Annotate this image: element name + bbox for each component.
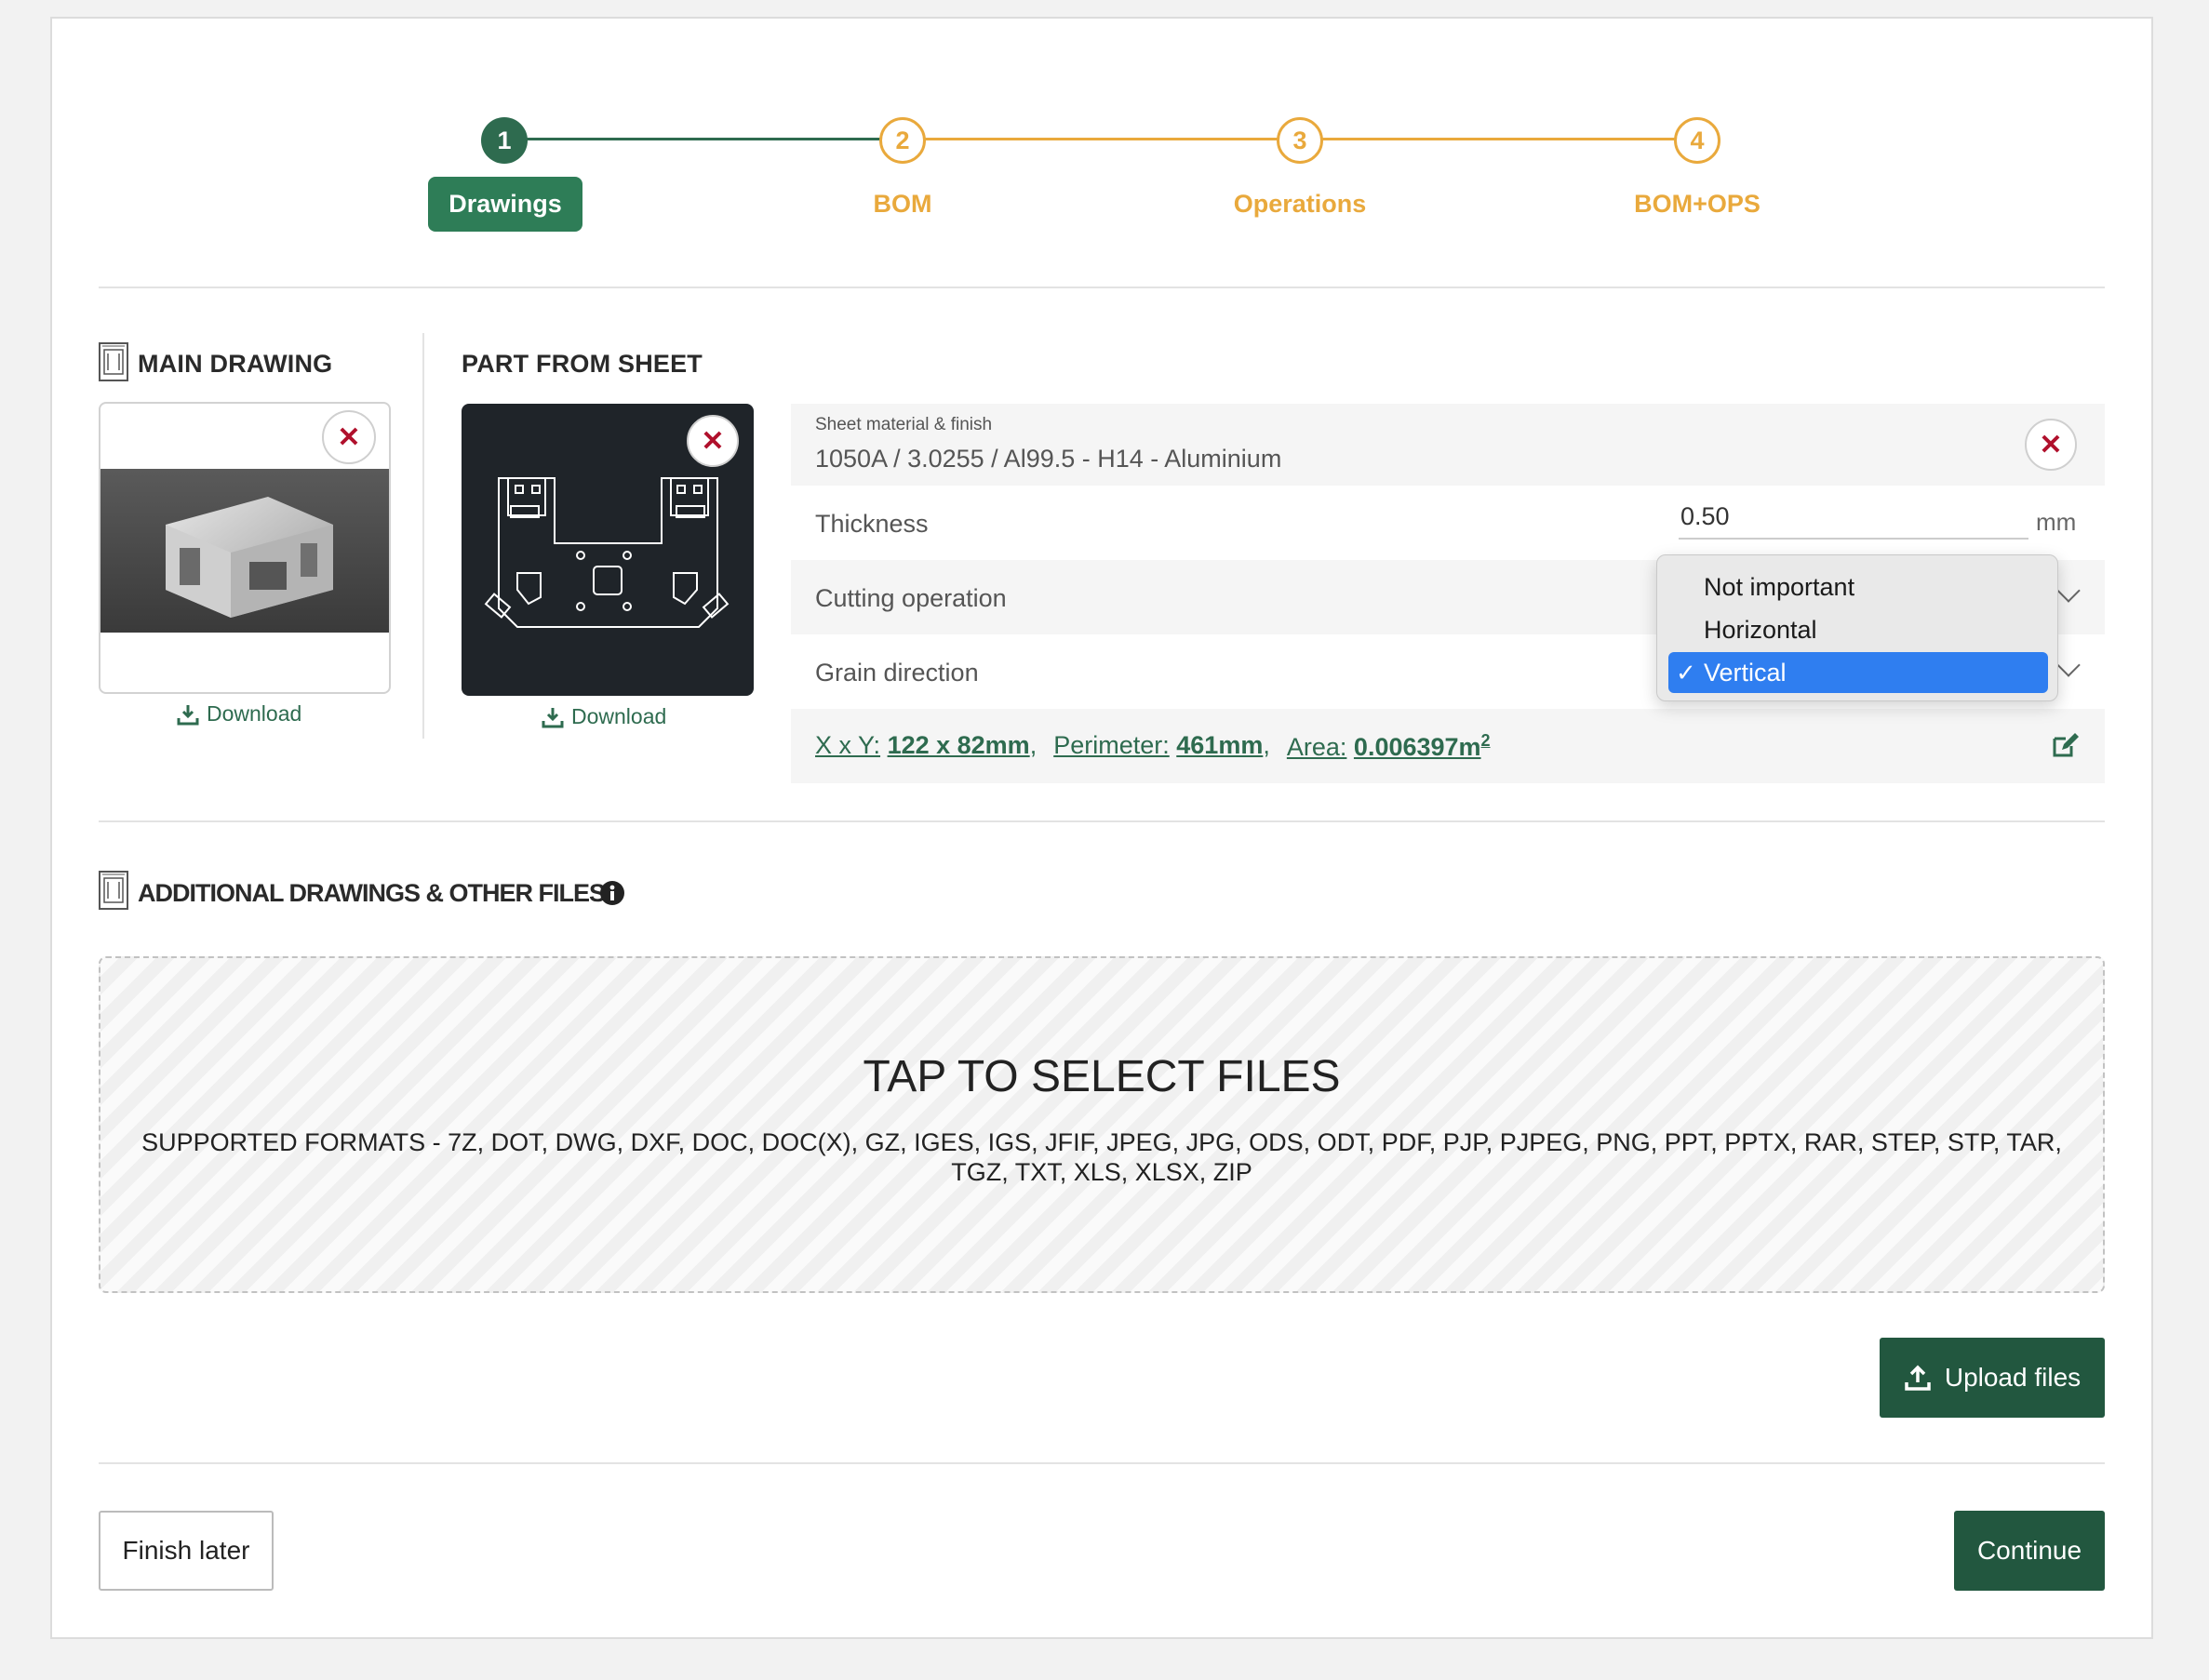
material-row[interactable]: Sheet material & finish 1050A / 3.0255 /… bbox=[791, 404, 2105, 486]
download-part-link[interactable]: Download bbox=[542, 704, 666, 729]
download-label: Download bbox=[207, 701, 302, 726]
upload-files-label: Upload files bbox=[1944, 1363, 2082, 1392]
finish-later-button[interactable]: Finish later bbox=[99, 1511, 274, 1591]
stepper-line-completed bbox=[527, 138, 912, 140]
grain-direction-dropdown: Not important Horizontal ✓ Vertical bbox=[1656, 554, 2058, 701]
divider bbox=[99, 1462, 2105, 1464]
step-4-circle[interactable]: 4 bbox=[1674, 117, 1720, 164]
download-label: Download bbox=[571, 704, 667, 728]
dropzone-title: TAP TO SELECT FILES bbox=[863, 1052, 1341, 1101]
xy-value: 122 x 82mm bbox=[887, 731, 1030, 759]
material-value: 1050A / 3.0255 / Al99.5 - H14 - Aluminiu… bbox=[815, 445, 1282, 473]
tab-bom-ops[interactable]: BOM+OPS bbox=[1604, 190, 1790, 219]
perimeter-value: 461mm bbox=[1176, 731, 1264, 759]
dropdown-option-not-important[interactable]: Not important bbox=[1668, 567, 2048, 607]
drawing-file-icon bbox=[99, 871, 128, 910]
dropzone-formats: SUPPORTED FORMATS - 7Z, DOT, DWG, DXF, D… bbox=[141, 1128, 2062, 1186]
remove-material-button[interactable]: ✕ bbox=[2025, 419, 2077, 471]
upload-files-button[interactable]: Upload files bbox=[1880, 1338, 2105, 1418]
download-main-drawing-link[interactable]: Download bbox=[177, 701, 301, 727]
tab-drawings[interactable]: Drawings bbox=[428, 177, 582, 232]
area-key: Area: bbox=[1286, 733, 1347, 761]
thickness-label: Thickness bbox=[815, 510, 929, 538]
file-dropzone[interactable]: TAP TO SELECT FILES SUPPORTED FORMATS - … bbox=[99, 956, 2105, 1293]
tab-bom[interactable]: BOM bbox=[810, 190, 996, 219]
download-icon bbox=[177, 704, 199, 725]
checkmark-icon: ✓ bbox=[1676, 658, 1696, 687]
additional-files-title: ADDITIONAL DRAWINGS & OTHER FILES bbox=[138, 879, 606, 907]
dropdown-option-vertical[interactable]: ✓ Vertical bbox=[1668, 652, 2048, 693]
perimeter-key: Perimeter: bbox=[1053, 731, 1170, 759]
info-icon[interactable] bbox=[599, 880, 625, 906]
tab-operations[interactable]: Operations bbox=[1207, 190, 1393, 219]
remove-main-drawing-button[interactable]: ✕ bbox=[322, 410, 376, 464]
dropdown-option-label: Vertical bbox=[1704, 658, 1787, 687]
upload-icon bbox=[1905, 1365, 1931, 1391]
thickness-unit: mm bbox=[2036, 508, 2077, 536]
material-caption: Sheet material & finish bbox=[815, 415, 993, 434]
divider bbox=[99, 287, 2105, 288]
dropdown-option-horizontal[interactable]: Horizontal bbox=[1668, 609, 2048, 650]
grain-direction-label: Grain direction bbox=[815, 659, 979, 687]
cutting-operation-label: Cutting operation bbox=[815, 584, 1007, 612]
divider bbox=[99, 820, 2105, 822]
part-render-image bbox=[100, 469, 389, 633]
step-2-circle[interactable]: 2 bbox=[879, 117, 926, 164]
close-icon: ✕ bbox=[2039, 429, 2063, 460]
xy-key: X x Y: bbox=[815, 731, 881, 759]
area-value: 0.006397m bbox=[1353, 733, 1481, 761]
dimensions-summary[interactable]: X x Y: 122 x 82mm, Perimeter: 461mm, Are… bbox=[815, 731, 1491, 762]
close-icon: ✕ bbox=[337, 421, 361, 453]
main-drawing-title: MAIN DRAWING bbox=[138, 350, 333, 378]
edit-icon[interactable] bbox=[2051, 731, 2079, 759]
step-1-circle[interactable]: 1 bbox=[481, 117, 528, 164]
download-icon bbox=[542, 707, 564, 727]
thickness-input[interactable]: 0.50 bbox=[1679, 502, 2028, 540]
remove-part-button[interactable]: ✕ bbox=[687, 415, 739, 467]
close-icon: ✕ bbox=[701, 425, 725, 457]
area-superscript: 2 bbox=[1480, 731, 1491, 750]
vertical-divider bbox=[422, 333, 424, 739]
wizard-card bbox=[50, 17, 2153, 1639]
part-from-sheet-title: PART FROM SHEET bbox=[462, 350, 703, 378]
step-3-circle[interactable]: 3 bbox=[1277, 117, 1323, 164]
drawing-file-icon bbox=[99, 342, 128, 381]
continue-button[interactable]: Continue bbox=[1954, 1511, 2105, 1591]
